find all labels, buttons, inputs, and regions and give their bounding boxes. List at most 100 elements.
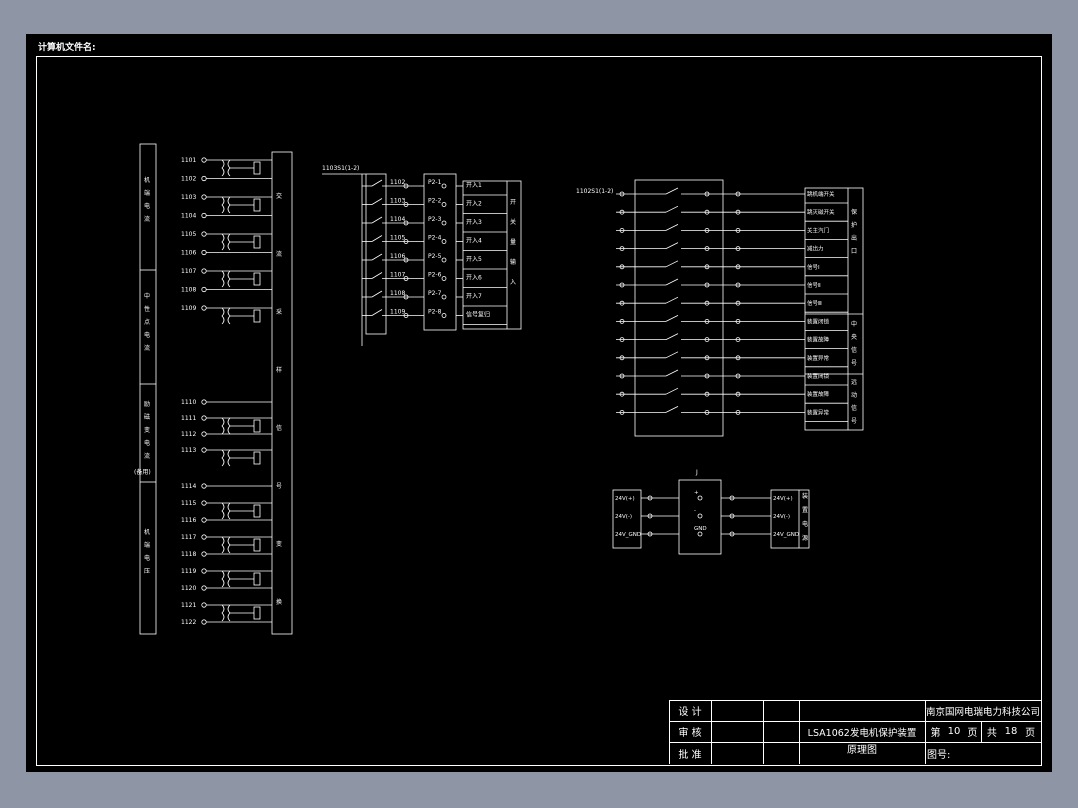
bi-input-label: 开入1 xyxy=(466,182,482,189)
group-label: 机 xyxy=(144,528,150,536)
power-left-label: 24V_GND xyxy=(615,532,641,538)
switch-contact xyxy=(371,290,383,298)
terminal-label: 1104 xyxy=(181,213,196,220)
bi-input-label: 开入2 xyxy=(466,201,482,208)
pin-node xyxy=(441,313,447,318)
burden-resistor xyxy=(253,161,261,175)
burden-resistor xyxy=(253,451,261,465)
bi-header: 1103S1(1-2) xyxy=(322,165,359,172)
relay-contact xyxy=(665,333,679,340)
power-side-label: 装 xyxy=(802,492,808,500)
output-group-label: 号 xyxy=(851,360,857,367)
group-label: 电 xyxy=(144,554,150,562)
transformer-coil xyxy=(221,233,225,251)
pin-label: P2-5 xyxy=(428,253,442,260)
power-side-label: 置 xyxy=(802,507,808,514)
switch-contact xyxy=(371,272,383,279)
bi-side-label: 量 xyxy=(510,239,516,246)
group-label: 压 xyxy=(144,568,150,575)
bi-side-label: 开 xyxy=(510,199,516,206)
relay-contact xyxy=(665,205,679,213)
output-label: 跳灭磁开关 xyxy=(807,208,835,216)
drawing-sheet: 计算机文件名: 1101 1102 1103 1104 1105 1106 1107 1108… xyxy=(26,34,1052,772)
transformer-coil xyxy=(221,417,225,435)
transformer-coil xyxy=(221,159,225,177)
power-left-label: 24V(+) xyxy=(615,496,635,502)
tb-total-num: 18 xyxy=(1004,726,1018,737)
output-group-label: 护 xyxy=(851,221,857,229)
pin-node xyxy=(697,531,703,537)
tb-page-num: 10 xyxy=(947,726,961,737)
pin-label: P2-4 xyxy=(428,235,442,242)
group-label: 性 xyxy=(144,305,150,313)
title-block: 设 计 审 核 批 准 LSA1062发电机保护装置 原理图 南京国网电瑞电力科… xyxy=(669,700,1041,764)
group-label: 磁 xyxy=(144,413,150,421)
tb-row-review: 审 核 xyxy=(678,728,702,739)
bi-input-label: 开入4 xyxy=(466,238,482,245)
terminal-node xyxy=(201,551,207,557)
tb-row-approve: 批 准 xyxy=(678,749,702,761)
transformer-coil xyxy=(221,502,225,520)
output-label: 信号Ⅲ xyxy=(807,299,822,307)
output-label: 装置异常 xyxy=(807,408,830,416)
relay-contact xyxy=(665,224,679,231)
terminal-node xyxy=(201,286,207,293)
group-label: 流 xyxy=(144,344,150,352)
group-label: 中 xyxy=(144,292,150,300)
group-label: 电 xyxy=(144,202,150,210)
output-group-label: 央 xyxy=(851,333,857,341)
output-contact-panel: 1102S1(1-2) 跳机端开关跳灭磁开关关主汽门减出力信号Ⅰ 信号Ⅱ 信号Ⅲ 装置… xyxy=(576,179,864,437)
terminal-label: 1117 xyxy=(181,534,196,541)
relay-contact xyxy=(665,260,679,268)
terminal-node xyxy=(201,175,207,182)
tb-total-unit: 页 xyxy=(1025,728,1036,739)
terminal-label: 1109 xyxy=(181,305,196,312)
pin-label: P2-7 xyxy=(428,290,442,297)
signal-label: 流 xyxy=(276,250,282,258)
terminal-node xyxy=(201,431,207,437)
output-group-label: 信 xyxy=(851,346,857,354)
relay-contact xyxy=(665,406,679,413)
relay-contact xyxy=(665,387,679,395)
terminal-label: 1108 xyxy=(181,287,196,294)
tb-drawing-no: 图号: xyxy=(927,749,951,761)
terminal-node xyxy=(201,231,207,237)
transformer-coil xyxy=(227,604,231,622)
signal-label: 换 xyxy=(276,598,282,606)
bi-terminal: 1106 xyxy=(390,253,405,260)
terminal-node xyxy=(201,415,207,421)
group-label: 端 xyxy=(144,541,150,549)
bi-side-label: 关 xyxy=(510,218,516,226)
transformer-coil xyxy=(227,233,231,251)
group-label: 变 xyxy=(144,426,150,434)
group-label: 机 xyxy=(144,176,150,184)
pin-node xyxy=(441,239,447,244)
group-label: 电 xyxy=(144,439,150,447)
terminal-node xyxy=(201,268,207,274)
burden-resistor xyxy=(253,309,261,323)
output-label: 关主汽门 xyxy=(807,226,829,234)
output-label: 跳机端开关 xyxy=(807,190,835,198)
power-right-label: 24V(+) xyxy=(773,496,793,502)
terminal-node xyxy=(201,157,207,163)
bi-input-label: 开入6 xyxy=(466,275,482,282)
transformer-coil xyxy=(221,449,225,467)
power-center-label: GND xyxy=(694,526,707,532)
pin-node xyxy=(441,183,447,189)
bi-terminal: 1108 xyxy=(390,290,405,297)
terminal-node xyxy=(201,212,207,219)
transformer-coil xyxy=(227,270,231,288)
binary-input-panel: 1103S1(1-2) 1102 P2-1 开入1 1103 P2-2 开入2 1104 P2… xyxy=(322,165,522,346)
power-left-label: 24V(-) xyxy=(615,514,632,520)
relay-contact xyxy=(665,315,679,322)
pin-label: P2-8 xyxy=(428,309,442,316)
terminal-node xyxy=(201,447,207,453)
switch-contact xyxy=(371,198,383,205)
power-title: J xyxy=(695,469,698,476)
terminal-node xyxy=(201,585,207,591)
transformer-coil xyxy=(227,417,231,435)
tb-company: 南京国网电瑞电力科技公司 xyxy=(925,706,1040,718)
switch-contact xyxy=(371,253,383,261)
transformer-coil xyxy=(221,536,225,554)
terminal-label: 1121 xyxy=(181,602,196,609)
